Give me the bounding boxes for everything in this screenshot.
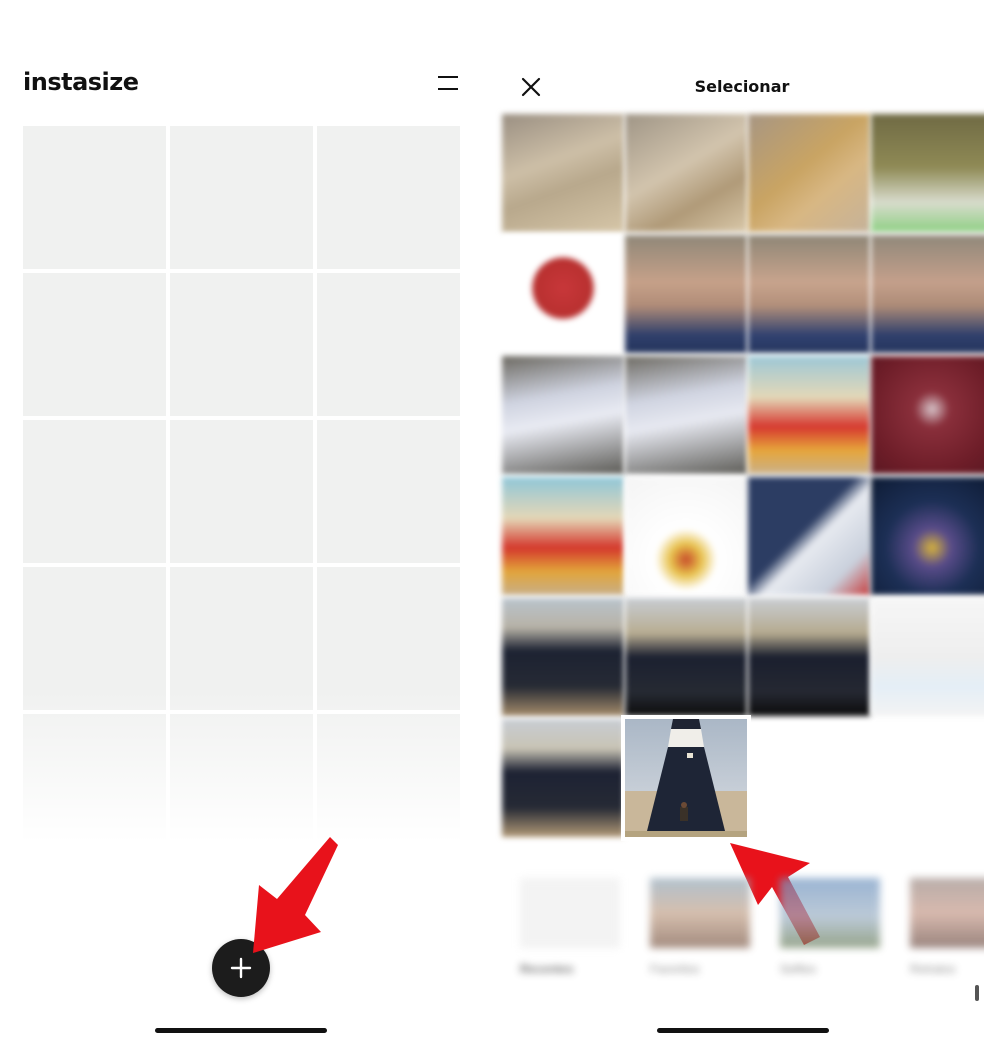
album-strip: Recentes Favoritos Selfies Retratos <box>520 878 984 988</box>
plus-icon <box>230 957 252 979</box>
album-label: Favoritos <box>650 962 700 976</box>
photo-thumbnail[interactable] <box>625 114 747 232</box>
photo-thumbnail[interactable] <box>871 598 984 716</box>
photo-thumbnail[interactable] <box>502 356 624 474</box>
home-indicator <box>155 1028 327 1033</box>
photo-thumbnail[interactable] <box>625 235 747 353</box>
photo-thumbnail[interactable] <box>625 356 747 474</box>
grid-cell <box>317 126 460 269</box>
scroll-indicator <box>975 985 979 1001</box>
home-indicator <box>657 1028 829 1033</box>
photo-thumbnail[interactable] <box>871 477 984 595</box>
grid-cell <box>317 567 460 710</box>
album-thumbnail[interactable] <box>650 878 750 948</box>
photo-thumbnail[interactable] <box>871 356 984 474</box>
photo-thumbnail[interactable] <box>871 114 984 232</box>
photo-picker-screen: Selecionar Recentes Favoritos Selfies Re… <box>492 0 984 1044</box>
album-label: Selfies <box>780 962 817 976</box>
grid-cell <box>23 420 166 563</box>
grid-cell <box>170 420 313 563</box>
photo-thumbnail-selected[interactable] <box>621 715 751 841</box>
album-thumbnail[interactable] <box>910 878 984 948</box>
photo-thumbnail[interactable] <box>502 477 624 595</box>
grid-cell <box>170 714 313 857</box>
grid-cell <box>170 273 313 416</box>
photo-thumbnail[interactable] <box>748 356 870 474</box>
grid-cell <box>317 273 460 416</box>
album-label: Recentes <box>520 962 574 976</box>
photo-thumbnail[interactable] <box>748 114 870 232</box>
album-thumbnail[interactable] <box>780 878 880 948</box>
grid-cell <box>23 567 166 710</box>
grid-cell <box>23 126 166 269</box>
lighthouse-photo <box>625 719 747 837</box>
grid-cell <box>317 714 460 857</box>
post-grid <box>23 126 460 857</box>
grid-cell <box>23 273 166 416</box>
empty-slot <box>748 719 870 837</box>
photo-thumbnail[interactable] <box>871 235 984 353</box>
photo-thumbnail[interactable] <box>748 477 870 595</box>
photo-thumbnail[interactable] <box>748 598 870 716</box>
app-logo: instasize <box>23 68 139 96</box>
album-label: Retratos <box>910 962 956 976</box>
photo-thumbnail[interactable] <box>625 477 747 595</box>
photo-thumbnail[interactable] <box>502 114 624 232</box>
photo-thumbnail[interactable] <box>502 598 624 716</box>
photo-thumbnail[interactable] <box>748 235 870 353</box>
empty-slot <box>871 719 984 837</box>
photo-thumbnail[interactable] <box>502 235 624 353</box>
instasize-home-screen: instasize <box>0 0 490 1044</box>
grid-cell <box>170 567 313 710</box>
photo-thumbnail[interactable] <box>625 598 747 716</box>
photo-grid <box>502 114 984 841</box>
screen-title: Selecionar <box>694 77 790 96</box>
grid-cell <box>170 126 313 269</box>
grid-cell <box>317 420 460 563</box>
grid-cell <box>23 714 166 857</box>
add-photo-button[interactable] <box>212 939 270 997</box>
photo-thumbnail[interactable] <box>502 719 624 837</box>
menu-icon[interactable] <box>434 72 462 96</box>
album-thumbnail[interactable] <box>520 878 620 948</box>
